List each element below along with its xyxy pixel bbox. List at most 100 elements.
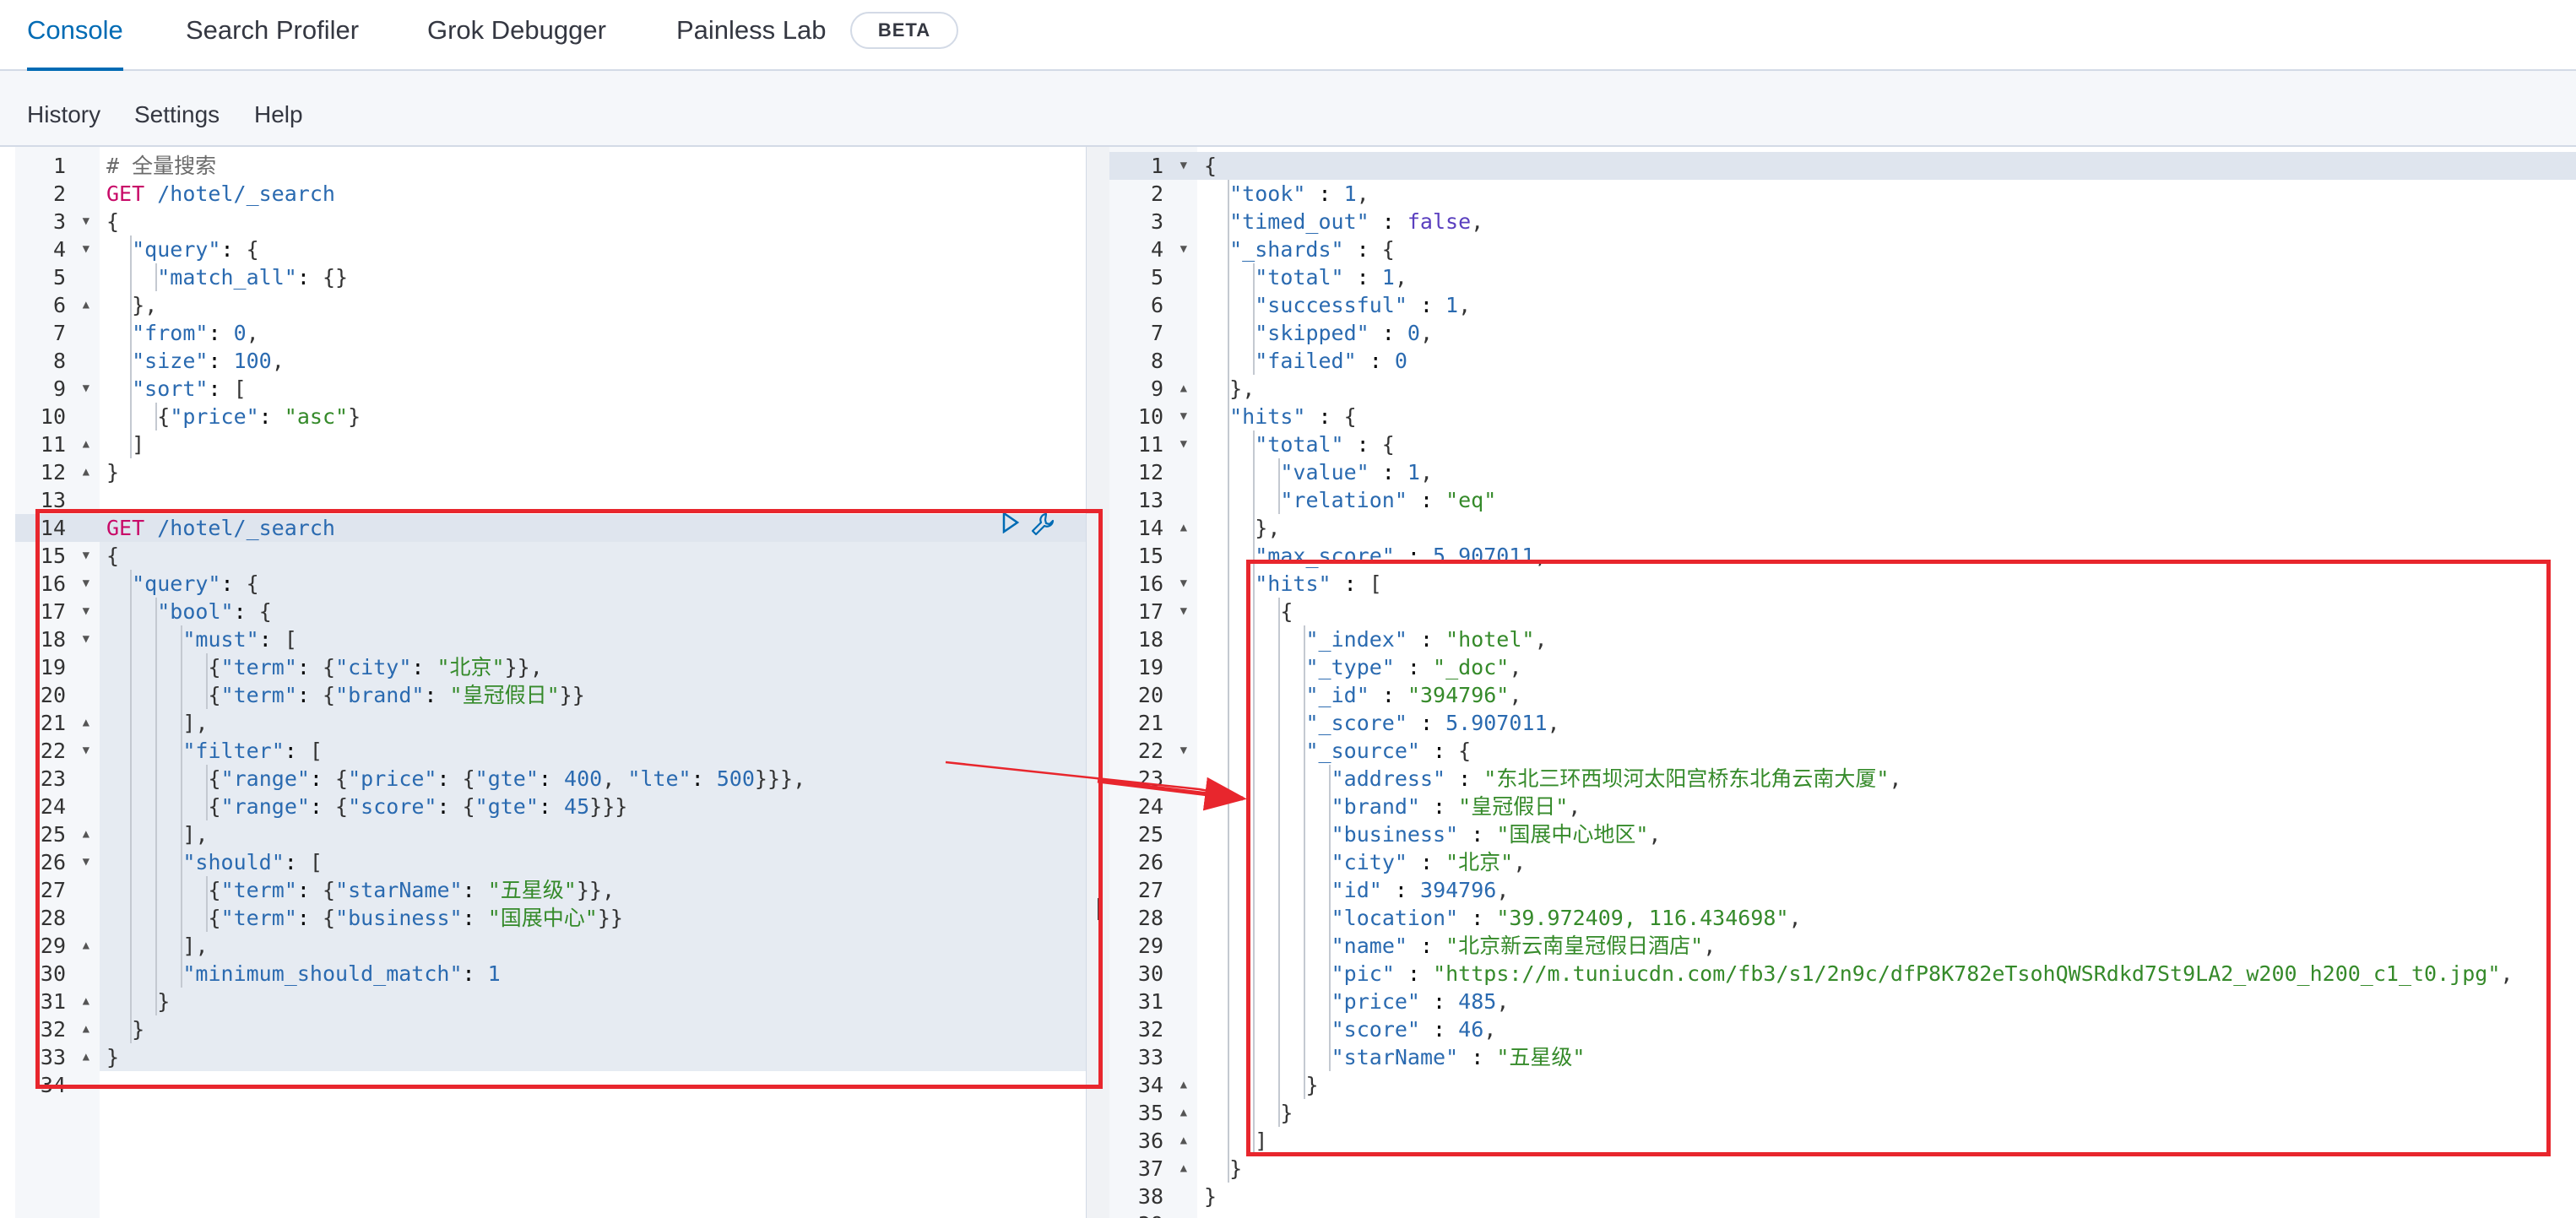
indent-guide (1228, 848, 1229, 876)
tab-painless-lab[interactable]: Painless Lab (676, 0, 827, 69)
fold-arrow-icon[interactable]: ▼ (83, 375, 89, 403)
fold-arrow-icon[interactable]: ▼ (83, 208, 89, 235)
fold-arrow-icon[interactable]: ▼ (83, 570, 89, 598)
response-code-line: "timed_out" : false, (1197, 208, 2576, 235)
indent-guide (130, 793, 132, 820)
fold-arrow-icon[interactable]: ▲ (1180, 375, 1187, 403)
settings-link[interactable]: Settings (134, 101, 220, 128)
response-line-number-text: 23 (1137, 766, 1163, 791)
fold-arrow-icon[interactable]: ▼ (83, 542, 89, 570)
fold-arrow-icon[interactable]: ▼ (83, 737, 89, 765)
fold-arrow-icon[interactable]: ▼ (1180, 152, 1187, 180)
response-code-line: "_id" : "394796", (1197, 681, 2576, 709)
response-code-text: "address" : "东北三环西坝河太阳宫桥东北角云南大厦", (1331, 766, 1902, 791)
fold-arrow-icon[interactable]: ▲ (1180, 1099, 1187, 1127)
pane-resizer[interactable] (1086, 147, 1111, 1218)
indent-guide (1228, 263, 1229, 291)
response-line-number: 7 (1109, 319, 1197, 347)
response-line-number-text: 8 (1150, 349, 1163, 373)
fold-arrow-icon[interactable]: ▲ (83, 1043, 89, 1071)
response-code-area[interactable]: { "took" : 1, "timed_out" : false, "_sha… (1197, 147, 2576, 1218)
indent-guide (181, 653, 183, 681)
indent-guide (181, 765, 183, 793)
response-code-line: "name" : "北京新云南皇冠假日酒店", (1197, 932, 2576, 960)
fold-arrow-icon[interactable]: ▼ (83, 625, 89, 653)
request-code-text: {"price": "asc"} (157, 404, 361, 429)
fold-arrow-icon[interactable]: ▲ (83, 932, 89, 960)
indent-guide (1278, 1071, 1281, 1099)
resizer-grip[interactable] (1098, 898, 1099, 920)
request-line-number: 28 (15, 904, 100, 932)
response-viewer[interactable]: 1 ▼ 2 3 4 ▼ 5 6 7 8 9 ▲ 10 ▼ 11 ▼ 12 13 14 ▲ 15 16 ▼ 17 ▼ 18 19 20 2… (1109, 147, 2576, 1218)
indent-guide (155, 653, 158, 681)
fold-arrow-icon[interactable]: ▲ (83, 820, 89, 848)
response-code-line: } (1197, 1155, 2576, 1183)
fold-arrow-icon[interactable]: ▲ (83, 291, 89, 319)
fold-arrow-icon[interactable]: ▲ (83, 458, 89, 486)
fold-arrow-icon[interactable]: ▲ (1180, 1155, 1187, 1183)
response-line-number: 36 ▲ (1109, 1127, 1197, 1155)
tab-console[interactable]: Console (27, 0, 123, 71)
request-code-area[interactable]: # 全量搜索 GET /hotel/_search { "query": { "ma… (100, 147, 1086, 1218)
request-line-number: 4 ▼ (15, 235, 100, 263)
response-line-number: 26 (1109, 848, 1197, 876)
indent-guide (155, 263, 158, 291)
wrench-icon[interactable] (1030, 512, 1055, 543)
fold-arrow-icon[interactable]: ▲ (83, 430, 89, 458)
fold-arrow-icon[interactable]: ▲ (83, 1015, 89, 1043)
response-line-number-text: 30 (1137, 961, 1163, 986)
request-line-number: 33 ▲ (15, 1043, 100, 1071)
request-line-number-text: 16 (40, 571, 66, 596)
fold-arrow-icon[interactable]: ▼ (83, 848, 89, 876)
fold-arrow-icon[interactable]: ▼ (1180, 430, 1187, 458)
fold-arrow-icon[interactable]: ▲ (1180, 1071, 1187, 1099)
indent-guide (1253, 653, 1255, 681)
request-line-number: 10 (15, 403, 100, 430)
fold-arrow-icon[interactable]: ▼ (1180, 570, 1187, 598)
play-icon[interactable] (1001, 511, 1020, 539)
indent-guide (1228, 988, 1229, 1015)
request-editor[interactable]: 1 2 3 ▼ 4 ▼ 5 6 ▲ 7 8 9 ▼ 10 11 ▲ 12 ▲ 13 14 15 ▼ 16 ▼ 17 ▼ 18 ▼ 19 2… (15, 147, 1086, 1218)
response-line-number-text: 7 (1150, 321, 1163, 345)
indent-guide (1228, 319, 1229, 347)
response-line-number-text: 15 (1137, 544, 1163, 568)
request-code-line: ], (100, 820, 1086, 848)
response-code-text: "_index" : "hotel", (1305, 627, 1548, 652)
response-line-number: 8 (1109, 347, 1197, 375)
indent-guide (1228, 347, 1229, 375)
request-line-number-text: 32 (40, 1017, 66, 1042)
fold-arrow-icon[interactable]: ▼ (1180, 235, 1187, 263)
fold-arrow-icon[interactable]: ▲ (1180, 514, 1187, 542)
fold-arrow-icon[interactable]: ▲ (83, 709, 89, 737)
fold-arrow-icon[interactable]: ▲ (83, 988, 89, 1015)
fold-arrow-icon[interactable]: ▼ (1180, 598, 1187, 625)
indent-guide (130, 960, 132, 988)
fold-arrow-icon[interactable]: ▼ (1180, 403, 1187, 430)
help-link[interactable]: Help (254, 101, 303, 128)
fold-arrow-icon[interactable]: ▼ (1180, 737, 1187, 765)
response-line-number: 20 (1109, 681, 1197, 709)
tab-grok-debugger[interactable]: Grok Debugger (427, 0, 606, 69)
response-line-number-text: 35 (1137, 1101, 1163, 1125)
indent-guide (1228, 1155, 1229, 1183)
indent-guide (1304, 904, 1306, 932)
indent-guide (155, 793, 158, 820)
response-line-number-text: 14 (1137, 516, 1163, 540)
response-line-number-text: 12 (1137, 460, 1163, 484)
history-link[interactable]: History (27, 101, 100, 128)
indent-guide (206, 876, 209, 904)
fold-arrow-icon[interactable]: ▼ (83, 598, 89, 625)
indent-guide (1278, 848, 1281, 876)
indent-guide (1253, 988, 1255, 1015)
indent-guide (130, 848, 132, 876)
tab-search-profiler[interactable]: Search Profiler (186, 0, 359, 69)
fold-arrow-icon[interactable]: ▲ (1180, 1127, 1187, 1155)
request-line-number-text: 25 (40, 822, 66, 847)
indent-guide (1228, 1099, 1229, 1127)
response-line-number: 19 (1109, 653, 1197, 681)
fold-arrow-icon[interactable]: ▼ (83, 235, 89, 263)
request-line-number-text: 13 (40, 488, 66, 512)
request-line-number: 32 ▲ (15, 1015, 100, 1043)
response-line-number-text: 24 (1137, 794, 1163, 819)
response-line-number: 6 (1109, 291, 1197, 319)
